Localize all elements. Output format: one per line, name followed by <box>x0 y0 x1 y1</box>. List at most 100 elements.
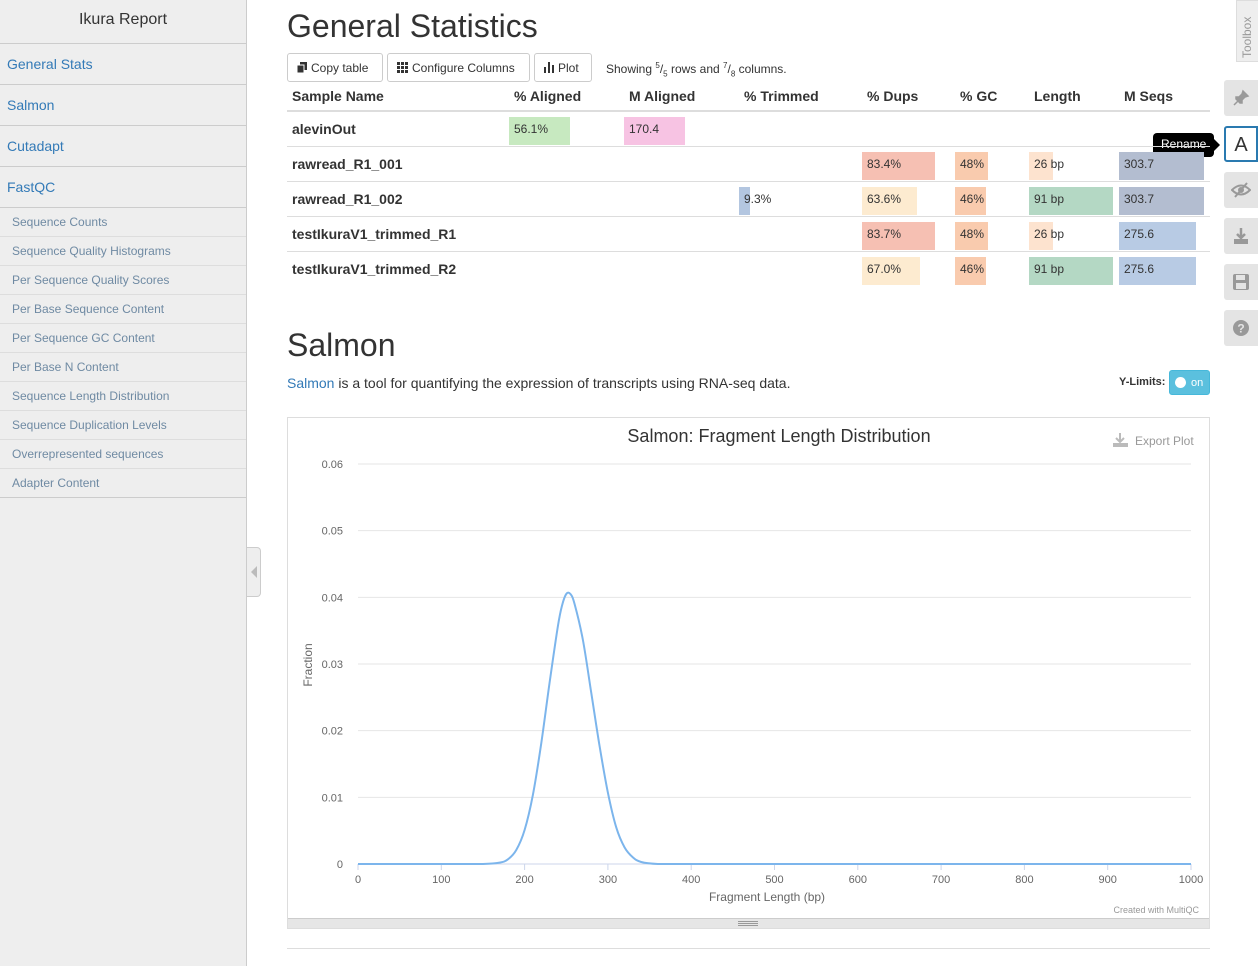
trimmed-cell <box>739 145 862 181</box>
seqs-value: 303.7 <box>1124 157 1155 171</box>
seqs-cell: 275.6 <box>1119 215 1210 251</box>
salmon-description: Salmon is a tool for quantifying the exp… <box>287 375 791 391</box>
sidebar-item-overrepresented-sequences[interactable]: Overrepresented sequences <box>0 440 246 469</box>
sidebar-item-sequence-duplication-levels[interactable]: Sequence Duplication Levels <box>0 411 246 440</box>
table-showing-summary: Showing 5/5 rows and 7/8 columns. <box>606 61 787 79</box>
column-header-pct-dups[interactable]: % Dups <box>862 82 955 112</box>
sidebar-item-sequence-quality-histograms[interactable]: Sequence Quality Histograms <box>0 237 246 266</box>
report-title: Ikura Report <box>0 0 246 44</box>
sample-name-cell: testIkuraV1_trimmed_R2 <box>287 250 509 286</box>
sidebar-collapse-toggle[interactable] <box>247 547 261 597</box>
sidebar-item-sequence-counts[interactable]: Sequence Counts <box>0 208 246 237</box>
toolbox-help-button[interactable]: ? <box>1224 310 1258 346</box>
sidebar-item-fastqc[interactable]: FastQC <box>0 167 246 208</box>
sidebar-item-per-base-sequence-content[interactable]: Per Base Sequence Content <box>0 295 246 324</box>
trimmed-cell <box>739 110 862 146</box>
general-stats-title: General Statistics <box>287 8 538 44</box>
x-tick-label: 800 <box>1015 874 1033 886</box>
export-plot-button[interactable]: Export Plot <box>1108 430 1203 452</box>
column-header-sample-name[interactable]: Sample Name <box>287 82 509 112</box>
y-tick-label: 0.05 <box>322 526 343 538</box>
gc-cell <box>955 110 1029 146</box>
sidebar-item-salmon[interactable]: Salmon <box>0 85 246 126</box>
m-aligned-cell <box>624 215 739 251</box>
length-cell <box>1029 110 1119 146</box>
seqs-cell: 275.6 <box>1119 250 1210 286</box>
chevron-left-icon <box>250 566 257 578</box>
length-value: 91 bp <box>1034 192 1065 206</box>
x-tick-label: 1000 <box>1179 874 1203 886</box>
seqs-cell: 303.7 <box>1119 145 1210 181</box>
column-header-pct-aligned[interactable]: % Aligned <box>509 82 624 112</box>
fragment-length-chart: Salmon: Fragment Length Distribution Exp… <box>301 426 1203 915</box>
sidebar-item-adapter-content[interactable]: Adapter Content <box>0 469 246 498</box>
sidebar-item-per-sequence-quality-scores[interactable]: Per Sequence Quality Scores <box>0 266 246 295</box>
plot-resize-handle[interactable] <box>288 918 1209 928</box>
dups-cell: 67.0% <box>862 250 955 286</box>
plot-button[interactable]: Plot <box>534 53 592 82</box>
toolbox-save-button[interactable] <box>1224 264 1258 300</box>
bar-chart-icon <box>544 62 554 73</box>
sidebar-item-cutadapt[interactable]: Cutadapt <box>0 126 246 167</box>
aligned-value: 56.1% <box>514 122 549 137</box>
length-value: 91 bp <box>1034 262 1065 277</box>
sample-name-cell: rawread_R1_002 <box>287 180 509 216</box>
column-header-m-seqs[interactable]: M Seqs <box>1119 82 1210 112</box>
svg-text:?: ? <box>1237 322 1244 336</box>
copy-table-button[interactable]: Copy table <box>287 53 383 82</box>
table-row: testIkuraV1_trimmed_R1 83.7% 48% 26 bp 275.6 <box>287 215 1210 251</box>
trimmed-cell <box>739 215 862 251</box>
toolbox-tab[interactable]: Toolbox <box>1236 0 1258 62</box>
dups-value: 63.6% <box>867 192 902 206</box>
toolbox-hide-button[interactable] <box>1224 172 1258 208</box>
table-row: rawread_R1_002 9.3% 63.6% 46% 91 bp 303.7 <box>287 180 1210 216</box>
aligned-cell <box>509 215 624 251</box>
column-header-pct-trimmed[interactable]: % Trimmed <box>739 82 862 112</box>
gc-value: 48% <box>960 227 985 241</box>
table-row: testIkuraV1_trimmed_R2 67.0% 46% 91 bp 275.6 <box>287 250 1210 286</box>
y-axis-label: Fraction <box>301 643 315 686</box>
fragment-length-plot: Salmon: Fragment Length Distribution Exp… <box>287 417 1210 929</box>
toolbox-export-button[interactable] <box>1224 218 1258 254</box>
column-header-length[interactable]: Length <box>1029 82 1119 112</box>
y-tick-label: 0 <box>337 859 343 871</box>
sidebar-item-per-base-n-content[interactable]: Per Base N Content <box>0 353 246 382</box>
sidebar-item-sequence-length-distribution[interactable]: Sequence Length Distribution <box>0 382 246 411</box>
toolbox-highlight-button[interactable] <box>1224 80 1258 116</box>
y-tick-label: 0.04 <box>322 592 343 604</box>
trimmed-cell: 9.3% <box>739 180 862 216</box>
y-limits-label: Y-Limits: <box>1119 376 1166 388</box>
dups-value: 83.4% <box>867 157 902 171</box>
y-limits-toggle[interactable]: on <box>1169 370 1210 395</box>
salmon-link[interactable]: Salmon <box>287 375 334 391</box>
x-tick-label: 500 <box>765 874 783 886</box>
seqs-cell <box>1119 110 1210 146</box>
table-row: alevinOut 56.1% 170.4 <box>287 110 1210 146</box>
aligned-cell <box>509 250 624 286</box>
hide-icon <box>1231 182 1251 198</box>
gc-cell: 46% <box>955 250 1029 286</box>
x-tick-label: 100 <box>432 874 450 886</box>
column-header-pct-gc[interactable]: % GC <box>955 82 1029 112</box>
copy-icon <box>297 62 307 73</box>
gc-cell: 46% <box>955 180 1029 216</box>
sample-name-cell: alevinOut <box>287 110 509 146</box>
length-cell: 26 bp <box>1029 145 1119 181</box>
aligned-cell <box>509 180 624 216</box>
sample-name-cell: testIkuraV1_trimmed_R1 <box>287 215 509 251</box>
toolbox: Toolbox A ? <box>1224 0 1258 966</box>
m-aligned-cell <box>624 145 739 181</box>
multiqc-credit: Created with MultiQC <box>1113 905 1199 915</box>
sidebar: Ikura Report General Stats Salmon Cutada… <box>0 0 247 966</box>
m-aligned-value: 170.4 <box>629 122 660 137</box>
sidebar-item-per-sequence-gc-content[interactable]: Per Sequence GC Content <box>0 324 246 353</box>
column-header-m-aligned[interactable]: M Aligned <box>624 82 739 112</box>
toolbox-rename-button[interactable]: A <box>1224 126 1258 162</box>
length-value: 26 bp <box>1034 157 1065 171</box>
sidebar-item-general-stats[interactable]: General Stats <box>0 44 246 85</box>
configure-columns-button[interactable]: Configure Columns <box>387 53 530 82</box>
seqs-value: 275.6 <box>1124 262 1155 277</box>
x-tick-label: 200 <box>515 874 533 886</box>
dups-cell <box>862 110 955 146</box>
section-divider <box>287 948 1210 949</box>
